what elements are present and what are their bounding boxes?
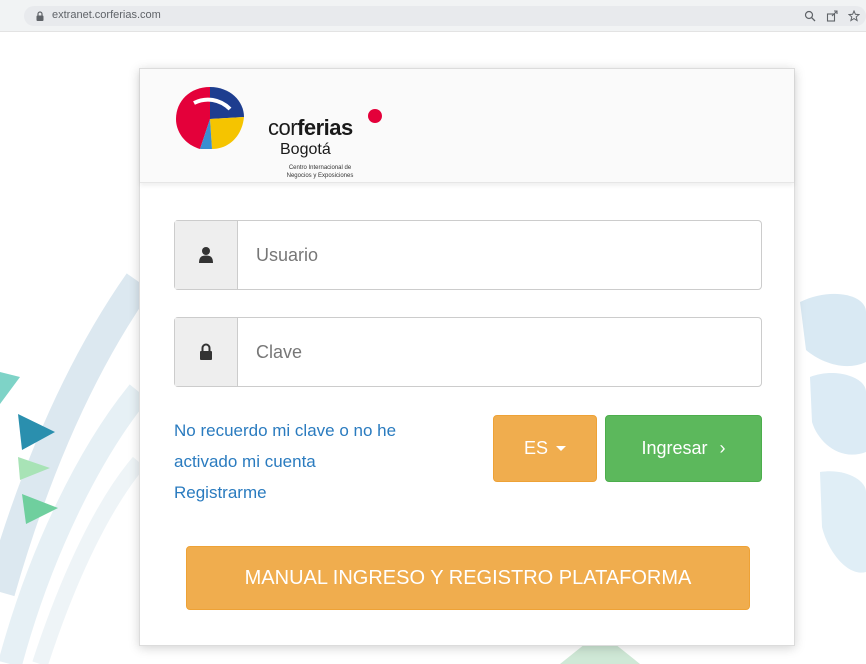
logo-brand: corferias (268, 115, 353, 140)
share-icon[interactable] (826, 9, 838, 22)
star-icon[interactable] (847, 9, 861, 22)
username-input[interactable] (238, 221, 761, 289)
username-group (174, 220, 762, 290)
chevron-right-icon: › (719, 438, 726, 458)
logo-city: Bogotá (280, 141, 331, 158)
account-links: No recuerdo mi clave o no he activado mi… (174, 415, 474, 508)
url-text[interactable]: extranet.corferias.com (52, 9, 161, 21)
language-label: ES (523, 438, 548, 458)
login-label: Ingresar (641, 438, 708, 458)
login-button[interactable]: Ingresar › (605, 415, 762, 482)
register-link[interactable]: Registrarme (174, 477, 474, 508)
forgot-line-2: activado mi cuenta (174, 452, 316, 471)
lock-icon (200, 343, 212, 360)
corferias-logo: corferias Bogotá Centro Internacional de… (172, 81, 382, 179)
search-icon[interactable] (804, 9, 816, 22)
address-lock-icon (36, 11, 44, 21)
language-dropdown-button[interactable]: ES (493, 415, 597, 482)
browser-address-bar: extranet.corferias.com (0, 0, 866, 32)
forgot-line-1: No recuerdo mi clave o no he (174, 421, 397, 440)
caret-down-icon (556, 446, 566, 451)
password-input[interactable] (238, 318, 761, 386)
password-group (174, 317, 762, 387)
login-card: corferias Bogotá Centro Internacional de… (139, 68, 795, 646)
logo-badge (368, 109, 382, 123)
logo-tagline: Centro Internacional de Negocios y Expos… (286, 165, 354, 179)
forgot-password-link[interactable]: No recuerdo mi clave o no he activado mi… (174, 415, 474, 477)
card-header: corferias Bogotá Centro Internacional de… (140, 69, 794, 183)
user-icon (199, 247, 213, 263)
corferias-emblem-icon (176, 87, 244, 149)
password-addon (175, 318, 238, 386)
username-addon (175, 221, 238, 289)
manual-button[interactable]: MANUAL INGRESO Y REGISTRO PLATAFORMA (186, 546, 750, 610)
